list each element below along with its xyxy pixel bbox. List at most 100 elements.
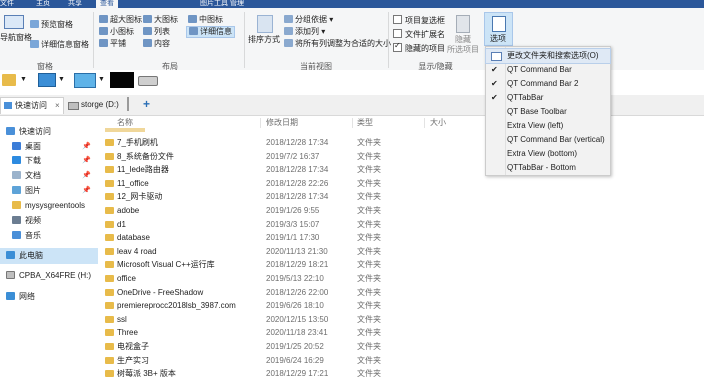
layout-small-icons[interactable]: 小图标	[99, 27, 134, 37]
table-row[interactable]: 11_lede路由器 2018/12/28 17:34 文件夹	[105, 163, 405, 177]
table-row[interactable]: 生产实习 2019/6/24 16:29 文件夹	[105, 354, 405, 368]
nav-network[interactable]: 网络	[6, 290, 35, 304]
column-divider[interactable]	[352, 118, 353, 128]
nav-drive-h[interactable]: CPBA_X64FRE (H:)	[6, 269, 91, 283]
ribbon-tab-file[interactable]: 文件	[0, 0, 14, 8]
add-column-icon	[284, 27, 293, 35]
menu-item[interactable]: ✔ QT Command Bar	[486, 63, 610, 77]
drive-icon	[68, 102, 79, 110]
ribbon-tab-share[interactable]: 共享	[68, 0, 82, 8]
folder-icon	[105, 247, 114, 255]
hidden-items-toggle[interactable]: 隐藏的项目	[393, 41, 445, 54]
menu-item[interactable]: Extra View (left)	[486, 119, 610, 133]
size-all-columns-button[interactable]: 将所有列调整为合适的大小	[284, 39, 391, 49]
menu-item[interactable]: Extra View (bottom)	[486, 147, 610, 161]
layout-large-icons[interactable]: 大图标	[143, 15, 178, 25]
table-row[interactable]: 8_系统备份文件 2019/7/2 16:37 文件夹	[105, 150, 405, 164]
ribbon-tab-view[interactable]: 查看	[96, 0, 118, 8]
nav-item-music[interactable]: 音乐	[12, 229, 41, 243]
image-viewer-icon[interactable]	[74, 73, 96, 88]
table-row[interactable]: adobe 2019/1/26 9:55 文件夹	[105, 204, 405, 218]
dropdown-arrow-icon[interactable]: ▼	[98, 76, 105, 83]
dropdown-arrow-icon[interactable]: ▼	[20, 76, 27, 83]
folder-icon[interactable]	[2, 74, 16, 86]
table-row[interactable]: Microsoft Visual C++运行库 2018/12/29 18:21 文…	[105, 258, 405, 272]
table-row[interactable]: 树莓派 3B+ 版本 2018/12/29 17:21 文件夹	[105, 367, 405, 381]
layout-list[interactable]: 列表	[143, 27, 170, 37]
add-column-button[interactable]: 添加列 ▾	[284, 27, 325, 37]
folder-icon	[105, 139, 114, 146]
file-extensions-checkbox[interactable]	[393, 29, 402, 38]
column-divider[interactable]	[260, 118, 261, 128]
tab-quick-access[interactable]: 快速访问 ×	[0, 97, 64, 114]
nav-this-pc[interactable]: 此电脑	[6, 249, 43, 263]
options-icon	[492, 16, 506, 32]
table-row[interactable]: office 2019/5/13 22:10 文件夹	[105, 272, 405, 286]
new-tab-button[interactable]: +	[143, 97, 150, 111]
column-header-type[interactable]: 类型	[357, 116, 373, 130]
pin-icon[interactable]: 📌	[82, 140, 91, 154]
dropdown-arrow-icon[interactable]: ▼	[58, 76, 65, 83]
menu-item[interactable]: QT Command Bar (vertical)	[486, 133, 610, 147]
file-name: adobe	[117, 206, 140, 215]
sort-by-label: 排序方式	[248, 35, 280, 44]
nav-item-videos[interactable]: 视频	[12, 214, 41, 228]
table-row[interactable]: 11_office 2018/12/28 22:26 文件夹	[105, 177, 405, 191]
table-row[interactable]: 7_手机刷机 2018/12/28 17:34 文件夹	[105, 136, 405, 150]
file-date: 2018/12/28 17:34	[266, 165, 329, 175]
nav-item-pictures[interactable]: 图片 📌	[12, 184, 92, 198]
file-name: Three	[117, 328, 138, 338]
details-pane-button[interactable]: 详细信息窗格	[30, 40, 89, 50]
tab-storge[interactable]: storge (D:)	[66, 97, 124, 113]
menu-item[interactable]: 更改文件夹和搜索选项(O)	[485, 48, 611, 64]
close-icon[interactable]: ×	[55, 98, 60, 114]
table-row[interactable]: ssl 2020/12/15 13:50 文件夹	[105, 313, 405, 327]
drive-icon[interactable]	[138, 76, 158, 86]
ribbon-tab-picture-tools[interactable]: 图片工具 管理	[200, 0, 244, 8]
table-row[interactable]: premiereprocc2018lsb_3987.com 2019/6/26 1…	[105, 299, 405, 313]
table-row[interactable]: 12_网卡驱动 2018/12/28 17:34 文件夹	[105, 190, 405, 204]
column-header-size[interactable]: 大小	[430, 116, 446, 130]
column-header-date[interactable]: 修改日期	[266, 116, 298, 130]
terminal-icon[interactable]	[110, 72, 134, 88]
check-icon: ✔	[491, 79, 498, 88]
menu-item[interactable]: ✔ QTTabBar	[486, 91, 610, 105]
file-date: 2019/3/3 15:07	[266, 219, 320, 229]
layout-medium-icons[interactable]: 中图标	[188, 15, 223, 25]
layout-details[interactable]: 详细信息	[186, 26, 235, 38]
table-row[interactable]: OneDrive - FreeShadow 2018/12/26 22:00 文件夹	[105, 286, 405, 300]
pin-icon[interactable]: 📌	[82, 169, 91, 183]
hidden-items-checkbox[interactable]	[393, 41, 402, 52]
pin-icon[interactable]: 📌	[82, 154, 91, 168]
layout-content[interactable]: 内容	[143, 39, 170, 49]
sort-by-button[interactable]: 排序方式	[248, 12, 282, 48]
layout-tiles[interactable]: 平铺	[99, 39, 126, 49]
item-checkboxes-toggle[interactable]: 项目复选框	[393, 15, 445, 26]
layout-extra-large-icons[interactable]: 超大图标	[99, 15, 142, 25]
options-button[interactable]: 选项	[484, 12, 513, 46]
menu-item[interactable]: QTTabBar - Bottom	[486, 161, 610, 175]
preview-pane-button[interactable]: 预览窗格	[30, 20, 73, 30]
nav-pane-button[interactable]: 导航窗格	[0, 13, 32, 42]
nav-quick-access[interactable]: 快速访问	[6, 125, 51, 139]
nav-item-desktop[interactable]: 桌面 📌	[12, 140, 92, 154]
table-row[interactable]: 电视盒子 2019/1/25 20:52 文件夹	[105, 340, 405, 354]
nav-item-documents[interactable]: 文档 📌	[12, 169, 92, 183]
monitor-icon[interactable]	[38, 73, 56, 87]
table-row[interactable]: leav 4 road 2020/11/13 21:30 文件夹	[105, 245, 405, 259]
ribbon-tab-home[interactable]: 主页	[36, 0, 50, 8]
column-divider[interactable]	[424, 118, 425, 128]
item-checkboxes-checkbox[interactable]	[393, 15, 402, 24]
file-type: 文件夹	[357, 301, 381, 311]
group-by-button[interactable]: 分组依据 ▾	[284, 15, 333, 25]
menu-item[interactable]: ✔ QT Command Bar 2	[486, 77, 610, 91]
table-row[interactable]: d1 2019/3/3 15:07 文件夹	[105, 218, 405, 232]
hide-selected-button[interactable]: 隐藏 所选项目	[447, 12, 479, 56]
table-row[interactable]: database 2019/1/1 17:30 文件夹	[105, 231, 405, 245]
nav-item-downloads[interactable]: 下载 📌	[12, 154, 92, 168]
table-row[interactable]: Three 2020/11/18 23:41 文件夹	[105, 326, 405, 340]
menu-item[interactable]: QT Base Toolbar	[486, 105, 610, 119]
file-extensions-toggle[interactable]: 文件扩展名	[393, 29, 445, 40]
pin-icon[interactable]: 📌	[82, 184, 91, 198]
nav-item-mysysgreentools[interactable]: mysysgreentools	[12, 199, 85, 213]
